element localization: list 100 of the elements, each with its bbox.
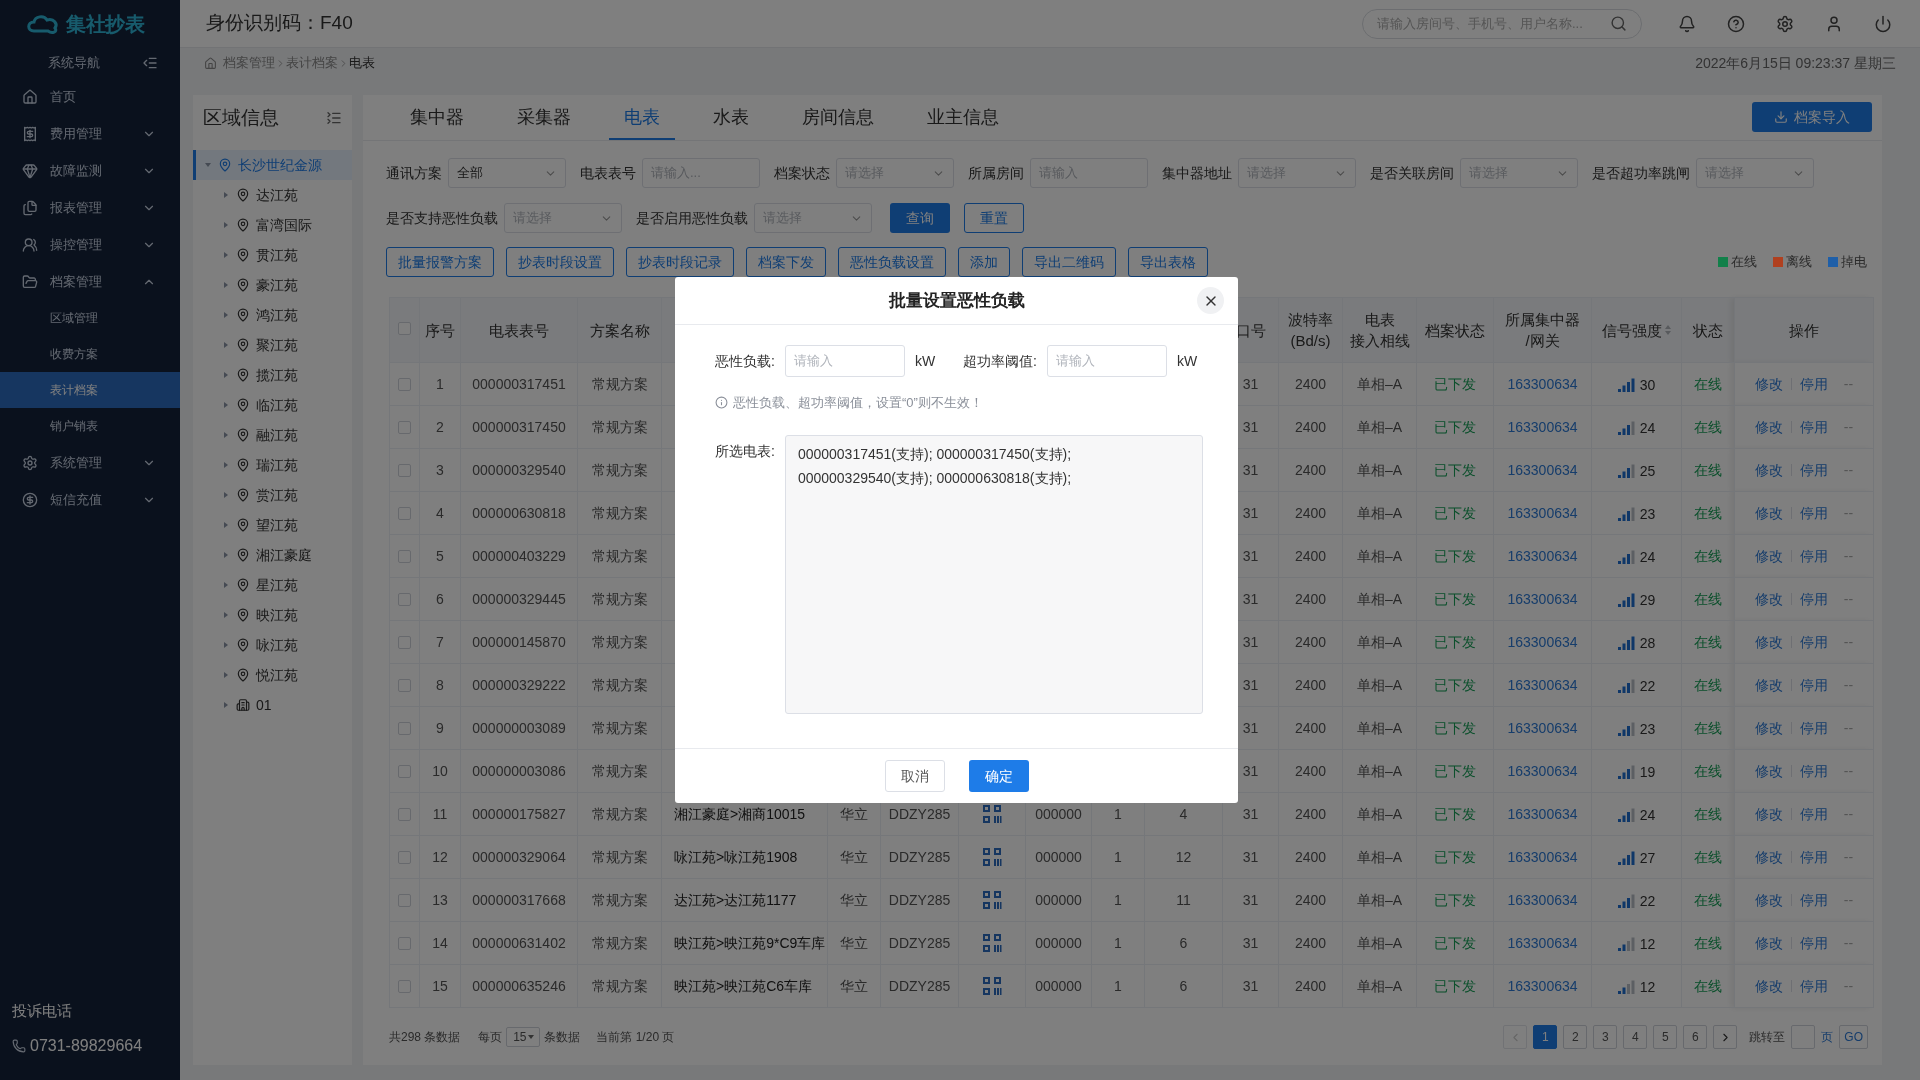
disable-link[interactable]: 停用 (1799, 846, 1828, 868)
checkbox[interactable] (398, 322, 411, 335)
caret-icon[interactable] (222, 521, 230, 529)
disable-link[interactable]: 停用 (1799, 416, 1828, 438)
edit-link[interactable]: 修改 (1754, 373, 1783, 395)
tab[interactable]: 电表 (609, 96, 675, 140)
caret-icon[interactable] (222, 341, 230, 349)
checkbox[interactable] (398, 808, 411, 822)
caret-icon[interactable] (222, 461, 230, 469)
sidebar-subitem[interactable]: 收费方案 (0, 336, 180, 372)
tree-item[interactable]: 悦江苑 (193, 660, 352, 690)
tree-item[interactable]: 临江苑 (193, 390, 352, 420)
caret-icon[interactable] (222, 551, 230, 559)
gateway-link[interactable]: 163300634 (1507, 633, 1578, 650)
sidebar-item[interactable]: 故障监测 (0, 152, 180, 189)
sidebar-item[interactable]: 短信充值 (0, 481, 180, 518)
checkbox[interactable] (398, 851, 411, 865)
tab[interactable]: 集中器 (395, 96, 479, 140)
gateway-link[interactable]: 163300634 (1507, 848, 1578, 865)
page-button[interactable]: 2 (1563, 1025, 1588, 1049)
disable-link[interactable]: 停用 (1799, 459, 1828, 481)
edit-link[interactable]: 修改 (1754, 889, 1783, 911)
edit-link[interactable]: 修改 (1754, 674, 1783, 696)
bell-icon[interactable] (1678, 14, 1696, 33)
edit-link[interactable]: 修改 (1754, 760, 1783, 782)
checkbox[interactable] (398, 765, 411, 779)
go-button[interactable]: GO (1839, 1025, 1868, 1049)
sidebar-item[interactable]: 系统管理 (0, 444, 180, 481)
tab[interactable]: 房间信息 (787, 96, 889, 140)
collapse-panel-icon[interactable] (326, 110, 342, 126)
checkbox[interactable] (398, 679, 411, 693)
page-button[interactable]: 5 (1653, 1025, 1678, 1049)
caret-icon[interactable] (204, 161, 212, 169)
action-button[interactable]: 批量报警方案 (386, 247, 494, 277)
tab[interactable]: 采集器 (502, 96, 586, 140)
textarea-field[interactable]: 000000317451(支持); 000000317450(支持); 000000329540(支持); 000000630818(支持); (784, 434, 1203, 714)
close-button[interactable] (1197, 287, 1224, 314)
cancel-button[interactable]: 取消 (884, 760, 945, 792)
tree-item[interactable]: 鸿江苑 (193, 300, 352, 330)
page-size-select[interactable]: 15 (506, 1027, 541, 1047)
page-button[interactable]: 1 (1533, 1025, 1558, 1049)
disable-link[interactable]: 停用 (1799, 975, 1828, 997)
checkbox[interactable] (398, 722, 411, 736)
disable-link[interactable]: 停用 (1799, 932, 1828, 954)
help-icon[interactable] (1727, 14, 1745, 33)
disable-link[interactable]: 停用 (1799, 373, 1828, 395)
sidebar-item[interactable]: 报表管理 (0, 189, 180, 226)
disable-link[interactable]: 停用 (1799, 588, 1828, 610)
settings-icon[interactable] (1776, 14, 1794, 33)
edit-link[interactable]: 修改 (1754, 631, 1783, 653)
checkbox[interactable] (398, 894, 411, 908)
sidebar-subitem[interactable]: 区域管理 (0, 300, 180, 336)
select-field[interactable]: 全部 (448, 158, 566, 188)
tree-item[interactable]: 瑞江苑 (193, 450, 352, 480)
caret-icon[interactable] (222, 671, 230, 679)
action-button[interactable]: 恶性负载设置 (838, 247, 946, 277)
checkbox[interactable] (398, 593, 411, 607)
reset-button[interactable]: 重置 (964, 203, 1024, 233)
next-page-button[interactable] (1713, 1025, 1738, 1049)
tree-item[interactable]: 长沙世纪金源 (193, 150, 352, 180)
action-button[interactable]: 抄表时段设置 (506, 247, 614, 277)
gateway-link[interactable]: 163300634 (1507, 891, 1578, 908)
sidebar-item[interactable]: 费用管理 (0, 115, 180, 152)
disable-link[interactable]: 停用 (1799, 502, 1828, 524)
search-button[interactable]: 查询 (890, 203, 950, 233)
checkbox[interactable] (398, 980, 411, 994)
gateway-link[interactable]: 163300634 (1507, 762, 1578, 779)
disable-link[interactable]: 停用 (1799, 803, 1828, 825)
edit-link[interactable]: 修改 (1754, 975, 1783, 997)
sidebar-item[interactable]: 档案管理 (0, 263, 180, 300)
gateway-link[interactable]: 163300634 (1507, 719, 1578, 736)
sidebar-item[interactable]: 操控管理 (0, 226, 180, 263)
qr-code-icon[interactable] (982, 847, 1002, 867)
edit-link[interactable]: 修改 (1754, 459, 1783, 481)
caret-icon[interactable] (222, 191, 230, 199)
caret-icon[interactable] (222, 431, 230, 439)
sidebar-item[interactable]: 首页 (0, 78, 180, 115)
tree-item[interactable]: 融江苑 (193, 420, 352, 450)
tree-item[interactable]: 豪江苑 (193, 270, 352, 300)
gateway-link[interactable]: 163300634 (1507, 676, 1578, 693)
user-icon[interactable] (1825, 14, 1843, 33)
tree-item[interactable]: 达江苑 (193, 180, 352, 210)
caret-icon[interactable] (222, 221, 230, 229)
qr-code-icon[interactable] (982, 976, 1002, 996)
action-button[interactable]: 抄表时段记录 (626, 247, 734, 277)
edit-link[interactable]: 修改 (1754, 588, 1783, 610)
checkbox[interactable] (398, 507, 411, 521)
tree-item[interactable]: 聚江苑 (193, 330, 352, 360)
home-icon[interactable] (204, 56, 217, 70)
gateway-link[interactable]: 163300634 (1507, 375, 1578, 392)
caret-icon[interactable] (222, 281, 230, 289)
gateway-link[interactable]: 163300634 (1507, 934, 1578, 951)
checkbox[interactable] (398, 636, 411, 650)
caret-icon[interactable] (222, 311, 230, 319)
edit-link[interactable]: 修改 (1754, 932, 1783, 954)
tree-item[interactable]: 映江苑 (193, 600, 352, 630)
import-button[interactable]: 档案导入 (1752, 102, 1872, 132)
tree-item[interactable]: 赏江苑 (193, 480, 352, 510)
disable-link[interactable]: 停用 (1799, 545, 1828, 567)
sidebar-subitem[interactable]: 销户销表 (0, 408, 180, 444)
